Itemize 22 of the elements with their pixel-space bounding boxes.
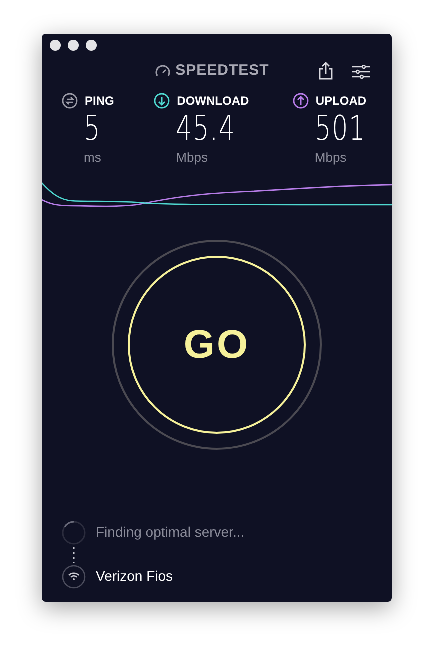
window-control[interactable] [86,40,97,51]
metric-value: 501 [314,110,367,148]
dotted-connector [73,546,75,562]
metric-value: 45.4 [176,110,237,148]
metric-unit: Mbps [176,149,209,167]
share-icon[interactable] [318,61,334,81]
metric-value: 5 [84,110,102,148]
speedtest-logo: SPEEDTEST [176,60,270,81]
metric-unit: ms [84,149,102,167]
metric-label: UPLOAD [316,93,367,110]
metric-label: DOWNLOAD [177,93,250,110]
metric-unit: Mbps [314,149,348,167]
window-control[interactable] [50,40,61,51]
server-status-text: Finding optimal server... [96,523,245,542]
go-button[interactable]: GO [128,256,306,434]
window-control[interactable] [68,40,79,51]
gauge-icon [154,64,171,78]
loading-spinner-icon [62,520,86,544]
wifi-icon [62,564,86,588]
settings-sliders-icon[interactable] [352,65,370,79]
provider-name: Verizon Fios [96,567,174,586]
metric-label: PING [85,93,114,110]
